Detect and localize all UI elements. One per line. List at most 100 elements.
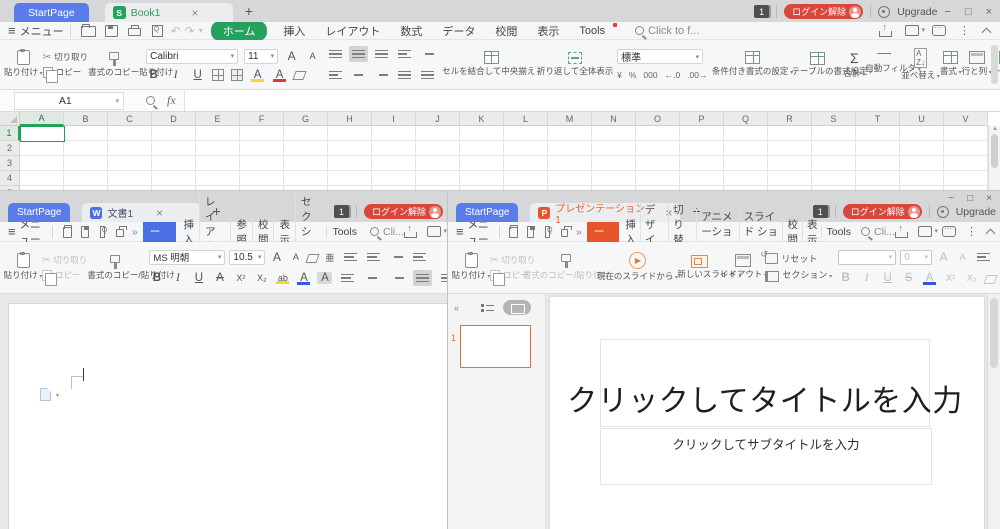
increase-indent-icon[interactable]: [418, 46, 437, 62]
grow-font-icon[interactable]: A: [936, 250, 951, 264]
formula-input[interactable]: [184, 90, 1000, 111]
tab-startpage[interactable]: StartPage: [456, 203, 518, 222]
new-slide-button[interactable]: 新しいスライド: [677, 255, 721, 280]
hamburger-icon[interactable]: ≡: [8, 23, 16, 38]
new-tab-button[interactable]: +: [245, 3, 253, 19]
column-header[interactable]: I: [372, 112, 416, 126]
strikethrough-icon[interactable]: S: [901, 272, 916, 284]
menu-button[interactable]: メニュー: [20, 23, 64, 39]
print-preview-icon[interactable]: [543, 225, 552, 239]
column-header[interactable]: D: [152, 112, 196, 126]
bold-icon[interactable]: B: [149, 272, 164, 284]
cells-area[interactable]: [20, 126, 988, 190]
align-center-icon[interactable]: [349, 67, 368, 83]
row-header[interactable]: 4: [0, 171, 20, 186]
notification-badge[interactable]: 1: [334, 205, 349, 218]
ribbon-tab[interactable]: 校閲: [485, 23, 527, 39]
title-placeholder[interactable]: クリックしてタイトルを入力: [600, 339, 930, 427]
line-spacing-icon[interactable]: [438, 270, 447, 286]
dropdown-icon[interactable]: ▾: [199, 26, 203, 35]
print-preview-icon[interactable]: [150, 24, 165, 38]
column-header[interactable]: T: [856, 112, 900, 126]
shrink-font-icon[interactable]: A: [305, 51, 320, 61]
align-center-icon[interactable]: [363, 270, 382, 286]
format-painter-button[interactable]: 書式のコピー貼り付け: [88, 52, 140, 78]
row-header[interactable]: 3: [0, 156, 20, 171]
shrink-font-icon[interactable]: A: [955, 252, 970, 262]
column-header[interactable]: F: [240, 112, 284, 126]
logout-button[interactable]: ログイン解除: [843, 204, 922, 219]
outline-view-icon[interactable]: [481, 303, 494, 313]
ribbon-scrollbar[interactable]: [991, 45, 998, 84]
save-icon[interactable]: [80, 225, 90, 239]
column-header[interactable]: R: [768, 112, 812, 126]
paste-button[interactable]: 貼り付け: [452, 253, 490, 281]
cut-button[interactable]: ✂切り取り: [42, 255, 87, 266]
maximize-button[interactable]: □: [967, 193, 973, 204]
justify-icon[interactable]: [395, 67, 414, 83]
number-format-select[interactable]: 標準▾: [617, 49, 703, 64]
collapse-panel-icon[interactable]: «: [454, 303, 458, 313]
align-middle-icon[interactable]: [349, 46, 368, 62]
save-icon[interactable]: [526, 225, 535, 239]
print-preview-icon[interactable]: [98, 225, 108, 239]
paste-button[interactable]: 貼り付け: [4, 253, 42, 281]
open-icon[interactable]: [509, 225, 518, 239]
tab-close-icon[interactable]: ×: [156, 206, 163, 220]
align-left-icon[interactable]: [338, 270, 357, 286]
font-color-icon[interactable]: A: [272, 69, 287, 81]
share-icon[interactable]: [404, 226, 417, 238]
switch-window-icon[interactable]: [427, 226, 441, 237]
search-box[interactable]: Cli...: [861, 226, 895, 238]
tab-startpage[interactable]: StartPage: [8, 203, 70, 222]
page-quick-icon[interactable]: [40, 388, 51, 401]
more-icon[interactable]: ⋮: [959, 24, 970, 37]
ribbon-tab[interactable]: 挿入: [273, 23, 315, 39]
more-tools-chevron[interactable]: »: [576, 226, 582, 238]
column-header[interactable]: L: [504, 112, 548, 126]
column-header[interactable]: U: [900, 112, 944, 126]
format-button[interactable]: 書式: [940, 51, 962, 77]
fill-color-icon[interactable]: [231, 69, 243, 81]
insert-function-icon[interactable]: fx: [167, 93, 176, 108]
column-header[interactable]: E: [196, 112, 240, 126]
column-header[interactable]: O: [636, 112, 680, 126]
font-color-icon[interactable]: A: [296, 272, 311, 284]
collapse-ribbon-icon[interactable]: [982, 27, 992, 37]
save-icon[interactable]: [104, 24, 119, 38]
row-header[interactable]: 1: [0, 126, 20, 141]
justify-icon[interactable]: [413, 270, 432, 286]
paste-button[interactable]: 貼り付け: [4, 50, 43, 78]
decrease-indent-icon[interactable]: [387, 249, 406, 265]
subscript-icon[interactable]: X₂: [254, 273, 269, 283]
thousands-icon[interactable]: 000: [643, 70, 657, 80]
decrease-decimal-icon[interactable]: ←.0: [665, 70, 681, 80]
ribbon-tab[interactable]: データ: [432, 23, 485, 39]
ribbon-tab[interactable]: Tools: [569, 25, 615, 37]
print-icon[interactable]: [560, 225, 569, 239]
align-bottom-icon[interactable]: [372, 46, 391, 62]
column-header[interactable]: N: [592, 112, 636, 126]
borders-icon[interactable]: [212, 69, 224, 81]
decrease-indent-icon[interactable]: [395, 46, 414, 62]
ribbon-tab[interactable]: Tools: [821, 226, 855, 238]
play-from-current-button[interactable]: ▶ 現在のスライドから: [603, 252, 671, 282]
more-tools-chevron[interactable]: »: [132, 226, 138, 238]
upgrade-button[interactable]: Upgrade: [956, 206, 996, 218]
align-top-icon[interactable]: [326, 46, 345, 62]
copy-button[interactable]: コピー: [43, 67, 82, 78]
grow-font-icon[interactable]: A: [269, 250, 284, 264]
section-button[interactable]: セクション: [765, 270, 832, 281]
share-icon[interactable]: [879, 25, 892, 37]
search-box[interactable]: Click to f...: [635, 25, 699, 37]
column-header[interactable]: P: [680, 112, 724, 126]
undo-icon[interactable]: ↶: [171, 24, 181, 38]
writer-page[interactable]: [8, 303, 447, 529]
number-list-icon[interactable]: [364, 249, 383, 265]
switch-window-icon[interactable]: [905, 25, 919, 36]
column-header[interactable]: G: [284, 112, 328, 126]
column-header[interactable]: J: [416, 112, 460, 126]
wrap-text-button[interactable]: 折り返して全体表示: [539, 52, 611, 76]
logout-button[interactable]: ログイン解除: [364, 204, 443, 219]
slides-view-icon[interactable]: [503, 300, 531, 315]
